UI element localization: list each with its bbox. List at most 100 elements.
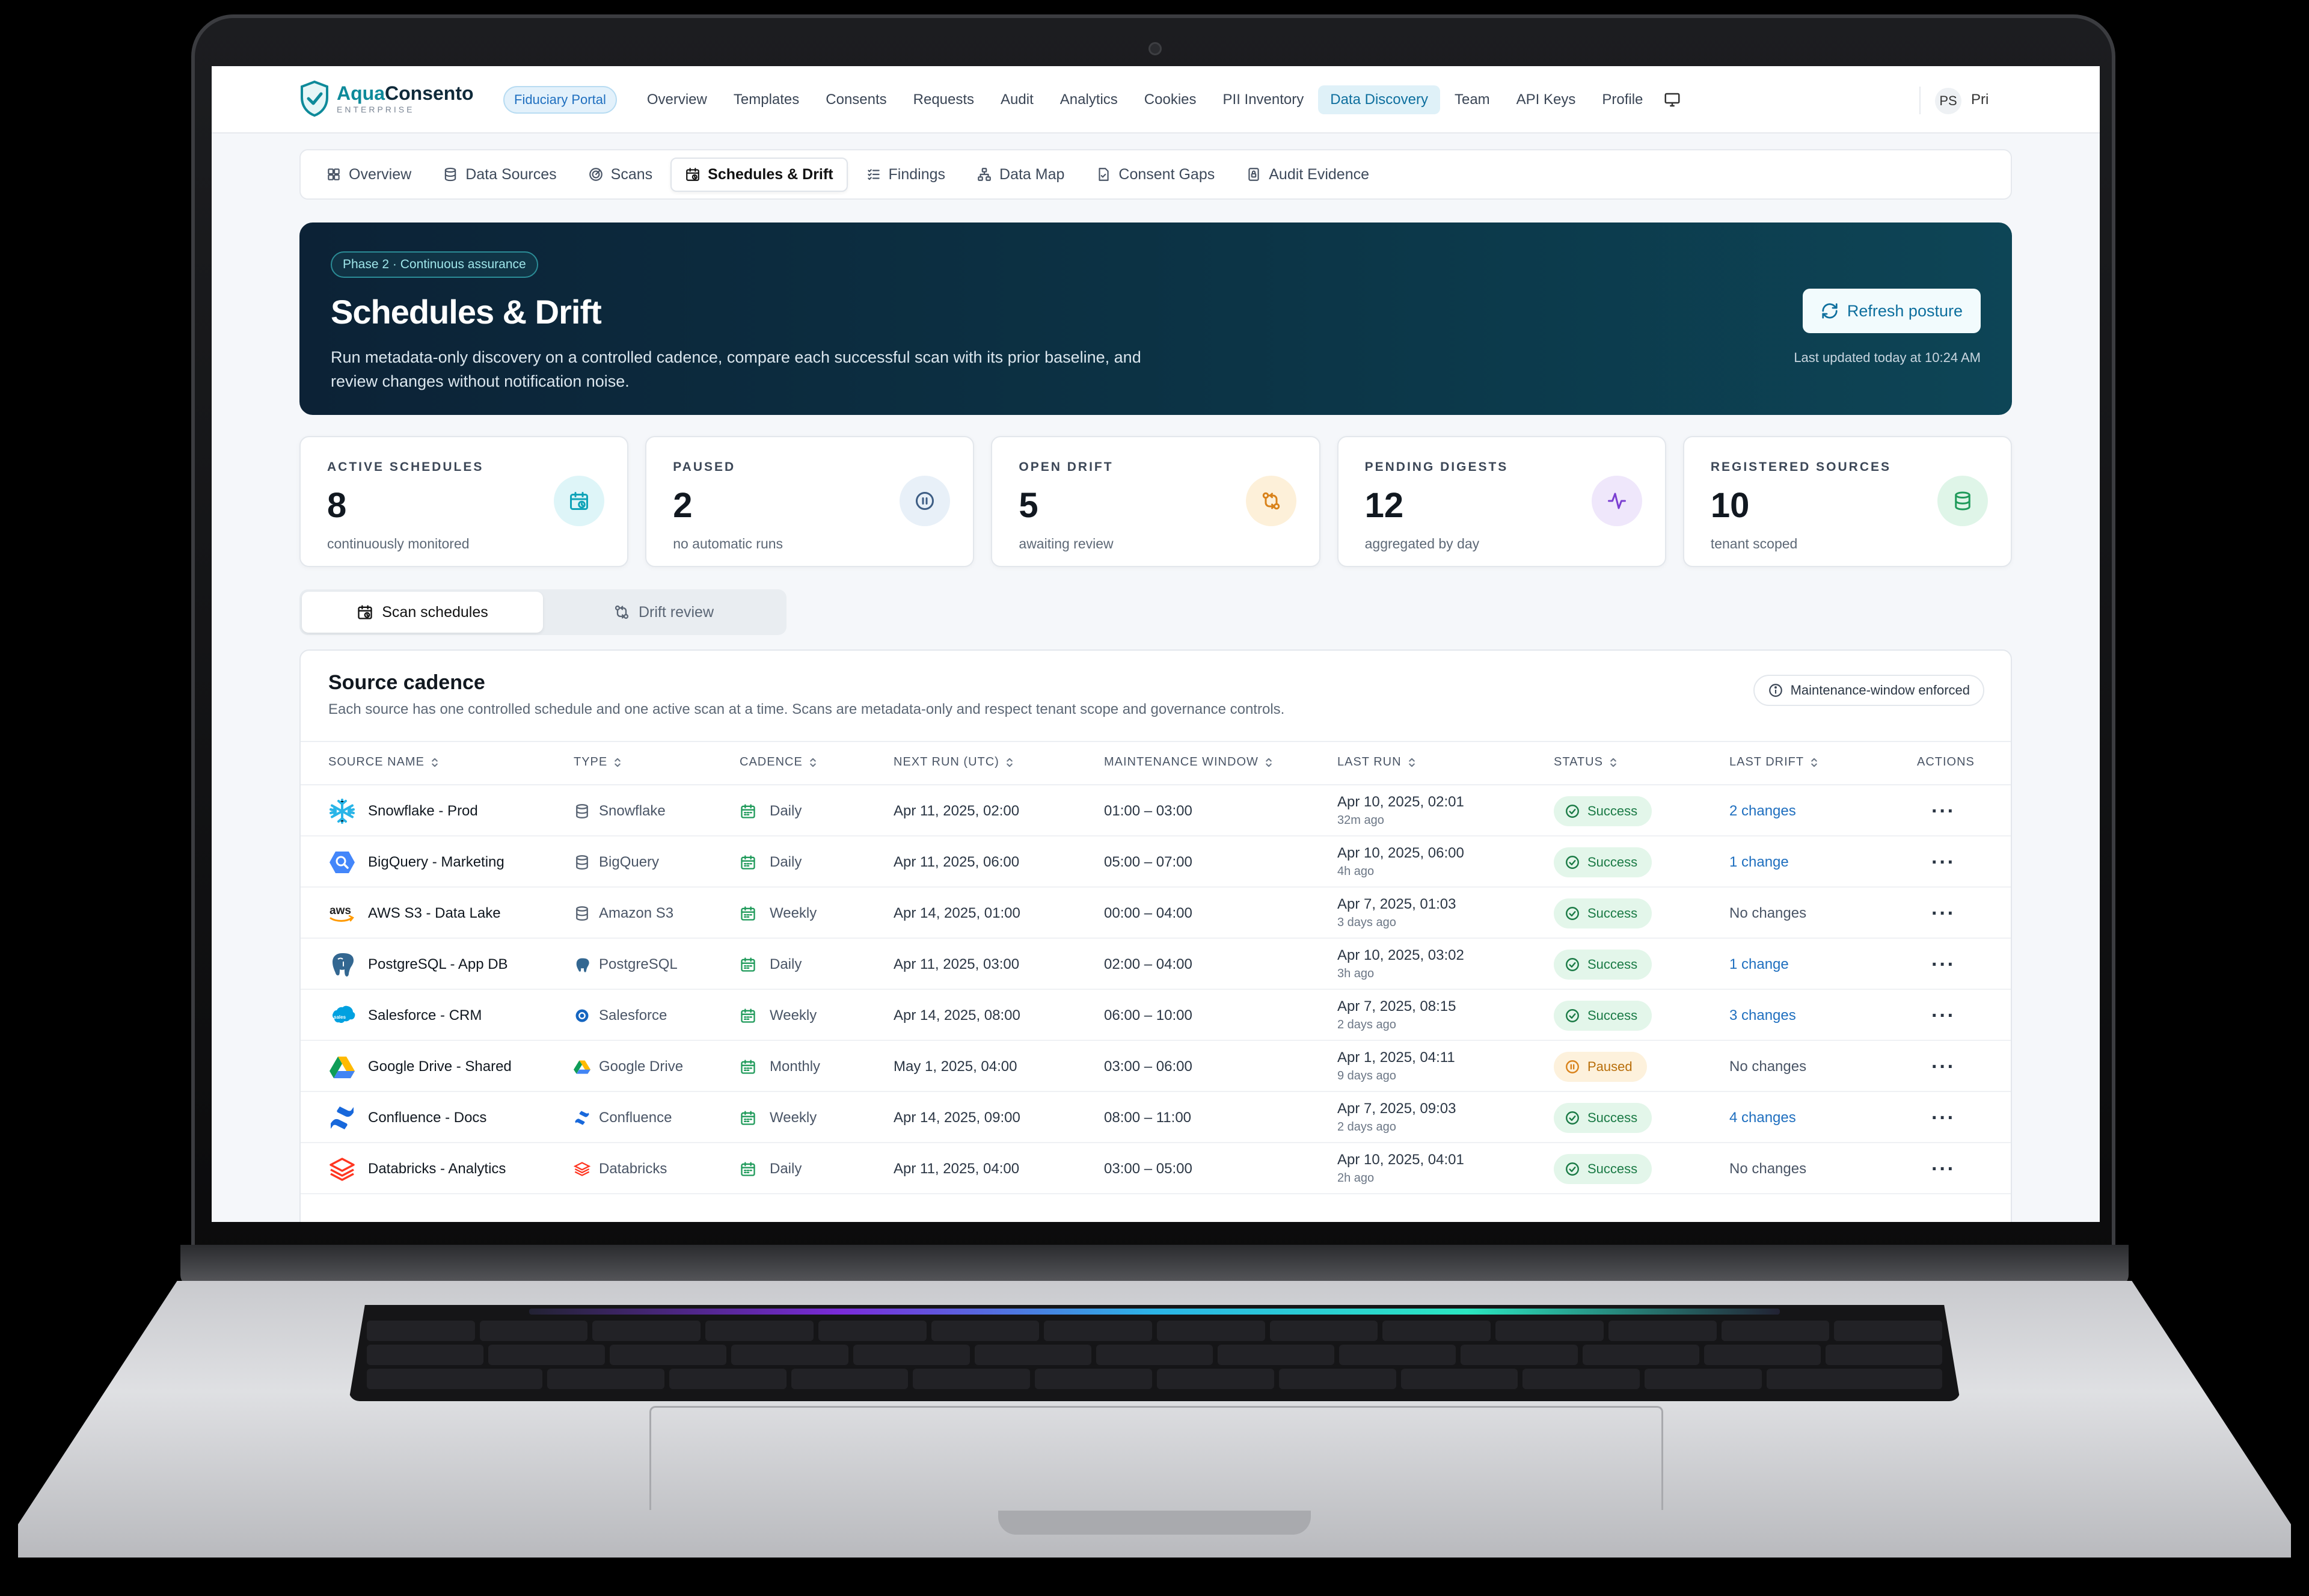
subtab-consent-gaps[interactable]: Consent Gaps bbox=[1082, 159, 1228, 191]
column-header-status[interactable]: STATUS bbox=[1554, 755, 1618, 769]
last-drift-cell: 1 change bbox=[1729, 939, 1789, 990]
google-drive-logo-icon bbox=[330, 1056, 355, 1078]
kpi-label: REGISTERED SOURCES bbox=[1710, 460, 1892, 474]
subtab-audit-evidence[interactable]: Audit Evidence bbox=[1233, 159, 1382, 191]
table-row[interactable]: Databricks - Analytics Databricks Daily Apr… bbox=[301, 1143, 2011, 1194]
table-row[interactable]: Confluence - Docs Confluence Weekly Apr 14,… bbox=[301, 1092, 2011, 1143]
column-header-next-run-utc[interactable]: NEXT RUN (UTC) bbox=[894, 755, 1014, 769]
more-actions-icon[interactable]: ··· bbox=[1931, 1108, 1955, 1128]
column-header-cadence[interactable]: CADENCE bbox=[740, 755, 817, 769]
last-drift-cell: 4 changes bbox=[1729, 1092, 1796, 1143]
table-row[interactable]: BigQuery - Marketing BigQuery Daily Apr 11,… bbox=[301, 836, 2011, 888]
column-header-type[interactable]: TYPE bbox=[574, 755, 622, 769]
last-run-ago: 2 days ago bbox=[1337, 1017, 1396, 1031]
more-actions-icon[interactable]: ··· bbox=[1931, 903, 1955, 924]
kpi-card-active-schedules: ACTIVE SCHEDULES 8 continuously monitored bbox=[299, 436, 629, 567]
column-header-last-run[interactable]: LAST RUN bbox=[1337, 755, 1416, 769]
nav-item-data-discovery[interactable]: Data Discovery bbox=[1318, 85, 1440, 114]
last-run-ago: 32m ago bbox=[1337, 813, 1384, 827]
subtab-scans[interactable]: Scans bbox=[575, 159, 666, 191]
view-tabs: Scan schedules Drift review bbox=[299, 589, 787, 635]
source-cell: Google Drive - Shared bbox=[328, 1041, 512, 1092]
bigquery-logo-icon bbox=[330, 851, 355, 873]
subtab-label: Consent Gaps bbox=[1118, 165, 1215, 183]
brand-logo[interactable]: AquaConsento ENTERPRISE bbox=[299, 81, 474, 117]
kpi-subtext: tenant scoped bbox=[1710, 536, 1798, 551]
nav-item-requests[interactable]: Requests bbox=[901, 85, 986, 114]
column-header-maintenance-window[interactable]: MAINTENANCE WINDOW bbox=[1104, 755, 1273, 769]
source-type: PostgreSQL bbox=[599, 956, 678, 972]
table-row[interactable]: PostgreSQL - App DB PostgreSQL Daily Apr 11… bbox=[301, 939, 2011, 990]
column-header-label: NEXT RUN (UTC) bbox=[894, 755, 999, 769]
source-name[interactable]: Confluence - Docs bbox=[368, 1110, 486, 1126]
more-actions-icon[interactable]: ··· bbox=[1931, 852, 1955, 873]
table-row[interactable]: Google Drive - Shared Google Drive Monthly… bbox=[301, 1041, 2011, 1092]
column-header-source-name[interactable]: SOURCE NAME bbox=[328, 755, 439, 769]
monitor-icon[interactable] bbox=[1663, 91, 1681, 109]
source-name[interactable]: Snowflake - Prod bbox=[368, 803, 478, 820]
subtab-overview[interactable]: Overview bbox=[313, 159, 425, 191]
tab-drift-review[interactable]: Drift review bbox=[543, 592, 784, 633]
sort-icon bbox=[1007, 758, 1013, 767]
avatar[interactable]: PS bbox=[1935, 88, 1961, 114]
cadence-cell: Daily bbox=[740, 785, 802, 836]
nav-item-cookies[interactable]: Cookies bbox=[1132, 85, 1209, 114]
nav-item-team[interactable]: Team bbox=[1443, 85, 1502, 114]
source-name[interactable]: Google Drive - Shared bbox=[368, 1058, 512, 1075]
source-name[interactable]: BigQuery - Marketing bbox=[368, 854, 504, 871]
trackpad bbox=[649, 1406, 1663, 1510]
refresh-posture-button[interactable]: Refresh posture bbox=[1802, 289, 1981, 333]
drift-changes-link[interactable]: 3 changes bbox=[1729, 1007, 1796, 1024]
last-run-time: Apr 10, 2025, 06:00 bbox=[1337, 844, 1464, 861]
nav-item-templates[interactable]: Templates bbox=[722, 85, 811, 114]
drift-changes-link[interactable]: 2 changes bbox=[1729, 803, 1796, 820]
column-header-last-drift[interactable]: LAST DRIFT bbox=[1729, 755, 1818, 769]
drift-changes-link[interactable]: 1 change bbox=[1729, 956, 1789, 973]
source-type: Google Drive bbox=[599, 1058, 684, 1075]
maintenance-window: 00:00 – 04:00 bbox=[1104, 904, 1192, 921]
drift-changes-link[interactable]: 4 changes bbox=[1729, 1110, 1796, 1126]
more-actions-icon[interactable]: ··· bbox=[1931, 954, 1955, 975]
cadence-cell: Monthly bbox=[740, 1041, 820, 1092]
nav-item-overview[interactable]: Overview bbox=[635, 85, 719, 114]
drift-changes-link[interactable]: 1 change bbox=[1729, 854, 1789, 871]
calendar-icon bbox=[741, 855, 755, 870]
more-actions-icon[interactable]: ··· bbox=[1931, 1159, 1955, 1179]
table-row[interactable]: aws AWS S3 - Data Lake Amazon S3 Weekly Apr … bbox=[301, 888, 2011, 939]
source-name[interactable]: Salesforce - CRM bbox=[368, 1007, 482, 1024]
table-row[interactable]: Snowflake - Prod Snowflake Daily Apr 11, 20… bbox=[301, 785, 2011, 836]
subtab-data-sources[interactable]: Data Sources bbox=[429, 159, 569, 191]
subtab-label: Findings bbox=[888, 165, 946, 183]
tab-scan-schedules[interactable]: Scan schedules bbox=[302, 592, 543, 633]
nav-item-profile[interactable]: Profile bbox=[1590, 85, 1655, 114]
kpi-icon-badge bbox=[900, 476, 951, 526]
more-actions-icon[interactable]: ··· bbox=[1931, 801, 1955, 821]
status-label: Success bbox=[1587, 956, 1638, 972]
shield-check-icon bbox=[301, 81, 328, 117]
subtab-findings[interactable]: Findings bbox=[853, 159, 959, 191]
calendar-icon bbox=[741, 1008, 755, 1023]
kpi-card-registered-sources: REGISTERED SOURCES 10 tenant scoped bbox=[1682, 436, 2013, 567]
calendar-icon bbox=[741, 957, 755, 972]
nav-item-pii-inventory[interactable]: PII Inventory bbox=[1211, 85, 1316, 114]
nav-item-audit[interactable]: Audit bbox=[989, 85, 1046, 114]
more-actions-icon[interactable]: ··· bbox=[1931, 1005, 1955, 1026]
more-actions-icon[interactable]: ··· bbox=[1931, 1057, 1955, 1077]
nav-item-consents[interactable]: Consents bbox=[814, 85, 898, 114]
user-name[interactable]: Pri bbox=[1971, 91, 1989, 108]
nav-item-api-keys[interactable]: API Keys bbox=[1504, 85, 1588, 114]
actions-cell: ··· bbox=[1931, 990, 1955, 1041]
source-name[interactable]: PostgreSQL - App DB bbox=[368, 956, 508, 973]
nav-item-analytics[interactable]: Analytics bbox=[1048, 85, 1130, 114]
source-name[interactable]: AWS S3 - Data Lake bbox=[368, 905, 501, 922]
page-description: Run metadata-only discovery on a control… bbox=[331, 348, 1141, 390]
kpi-value: 12 bbox=[1364, 486, 1404, 525]
source-name[interactable]: Databricks - Analytics bbox=[368, 1161, 506, 1177]
subtab-data-map[interactable]: Data Map bbox=[963, 159, 1078, 191]
calendar-icon bbox=[741, 803, 755, 818]
table-row[interactable]: sales Salesforce - CRM Salesforce Weekly Apr… bbox=[301, 990, 2011, 1041]
subtab-schedules-and-drift[interactable]: Schedules & Drift bbox=[670, 157, 848, 192]
refresh-icon bbox=[1822, 303, 1838, 319]
next-run: Apr 14, 2025, 08:00 bbox=[894, 1007, 1020, 1024]
status-badge: Success bbox=[1554, 898, 1652, 928]
